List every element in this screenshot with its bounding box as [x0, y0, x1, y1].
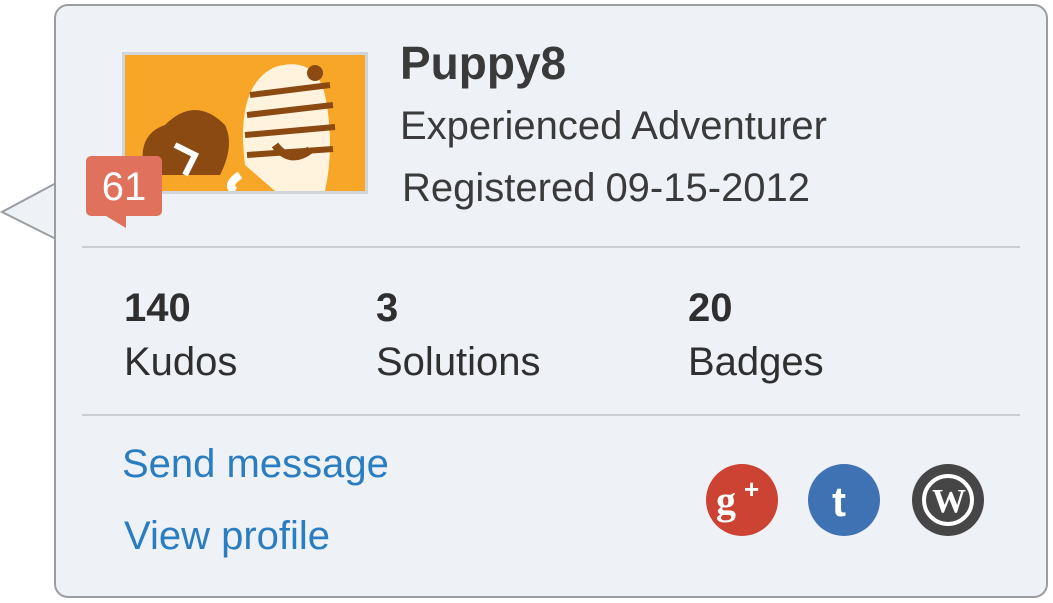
stat-value: 3: [376, 286, 399, 330]
registered-date: 09-15-2012: [605, 166, 811, 210]
username[interactable]: Puppy8: [400, 36, 566, 90]
svg-text:W: W: [932, 483, 966, 520]
stat-value: 20: [688, 286, 733, 330]
user-level-badge: 61: [86, 156, 162, 216]
registered-label: Registered: [402, 166, 596, 210]
wordpress-icon[interactable]: W: [912, 464, 984, 536]
stat-label: Kudos: [124, 340, 238, 384]
stat-label: Badges: [688, 340, 824, 384]
stat-badges: 20 Badges: [688, 284, 824, 392]
stat-kudos: 140 Kudos: [124, 284, 237, 392]
user-profile-popover: 61 Puppy8 Experienced Adventurer Registe…: [54, 4, 1048, 598]
svg-text:g: g: [716, 478, 736, 523]
popover-pointer: [0, 180, 59, 240]
google-plus-icon[interactable]: g +: [706, 464, 778, 536]
tumblr-icon[interactable]: t: [808, 464, 880, 536]
user-rank: Experienced Adventurer: [400, 104, 827, 148]
badge-tail: [106, 216, 126, 228]
divider: [82, 414, 1020, 416]
stat-solutions: 3 Solutions: [376, 284, 541, 392]
level-number: 61: [101, 165, 147, 209]
svg-text:t: t: [832, 478, 846, 525]
stat-value: 140: [124, 286, 191, 330]
stat-label: Solutions: [376, 340, 541, 384]
svg-text:+: +: [744, 474, 759, 504]
divider: [82, 246, 1020, 248]
view-profile-link[interactable]: View profile: [124, 514, 330, 559]
send-message-link[interactable]: Send message: [122, 442, 389, 487]
registration-info: Registered 09-15-2012: [402, 166, 810, 211]
